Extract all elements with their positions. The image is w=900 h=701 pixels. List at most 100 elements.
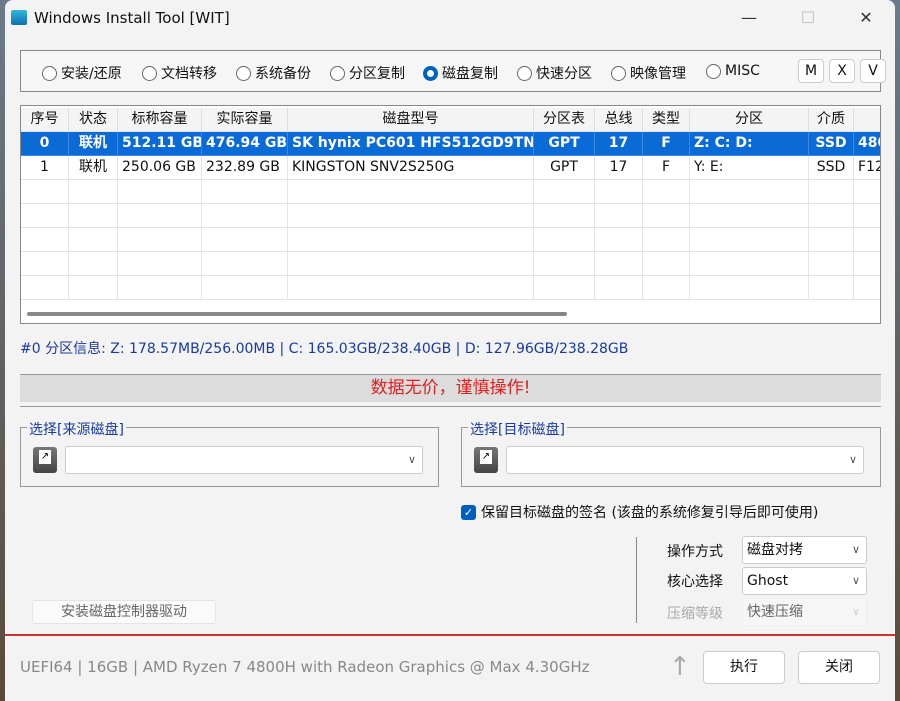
core-select[interactable]: Ghost ∨ [742, 567, 867, 595]
disk-icon [474, 447, 498, 473]
mode-label: 文档转移 [161, 66, 217, 82]
table-cell: SSD [809, 132, 854, 156]
mode-selector: M X V 安装/还原 文档转移 系统备份 分区复制 磁盘复制 快速分区 映像管理 MISC [20, 50, 886, 92]
radio-icon [706, 63, 721, 79]
horizontal-scrollbar[interactable] [27, 312, 567, 316]
target-disk-label: 选择[目标磁盘] [468, 419, 567, 439]
app-icon [11, 10, 27, 25]
maximize-button[interactable]: ☐ [785, 4, 831, 32]
table-cell [643, 180, 690, 204]
column-header[interactable]: 分区 [690, 108, 809, 132]
column-header[interactable]: 序号 [21, 108, 69, 132]
system-status: UEFI64 | 16GB | AMD Ryzen 7 4800H with R… [20, 658, 590, 676]
table-cell: Z: C: D: [690, 132, 809, 156]
table-cell [288, 228, 534, 252]
mode-radio-5[interactable]: 快速分区 [517, 63, 592, 83]
table-cell: F [643, 132, 690, 156]
close-button[interactable]: 关闭 [798, 651, 880, 684]
table-cell [118, 252, 202, 276]
table-header: 序号 状态 标称容量 实际容量 磁盘型号 分区表 总线 类型 分区 介质 [21, 108, 880, 132]
divider [20, 406, 881, 407]
table-row[interactable]: 0 联机 512.11 GB 476.94 GB SK hynix PC601 HFS5… [21, 132, 880, 156]
warning-banner: 数据无价，谨慎操作! [20, 374, 881, 402]
column-header[interactable]: 实际容量 [202, 108, 288, 132]
table-cell [643, 204, 690, 228]
close-window-button[interactable]: ✕ [843, 4, 889, 32]
table-cell [69, 276, 118, 300]
mode-select[interactable]: 磁盘对拷 ∨ [742, 536, 867, 564]
table-cell [202, 276, 288, 300]
table-cell: F [643, 156, 690, 180]
partition-info: #0 分区信息: Z: 178.57MB/256.00MB | C: 165.0… [20, 341, 629, 357]
table-cell [854, 204, 880, 228]
table-cell [118, 204, 202, 228]
chevron-down-icon: ∨ [407, 453, 416, 466]
execute-button[interactable]: 执行 [703, 651, 785, 684]
table-cell [809, 180, 854, 204]
table-cell [288, 180, 534, 204]
column-header[interactable] [854, 108, 880, 132]
table-cell: 0 [21, 132, 69, 156]
table-cell [595, 276, 643, 300]
table-cell: 17 [595, 132, 643, 156]
table-cell [690, 252, 809, 276]
v-button[interactable]: V [860, 59, 886, 83]
chevron-down-icon: ∨ [851, 574, 860, 587]
chevron-down-icon: ∨ [851, 543, 860, 556]
mode-label: MISC [725, 63, 760, 79]
mode-radio-1[interactable]: 文档转移 [142, 63, 217, 83]
empty-row[interactable] [21, 204, 880, 228]
table-row[interactable]: 1 联机 250.06 GB 232.89 GB KINGSTON SNV2S250G G… [21, 156, 880, 180]
checkmark-icon: ✓ [461, 504, 476, 520]
source-disk-select[interactable]: ∨ [65, 446, 423, 474]
radio-icon [517, 65, 532, 81]
install-driver-button[interactable]: 安装磁盘控制器驱动 [32, 600, 216, 624]
table-cell [202, 252, 288, 276]
empty-row[interactable] [21, 252, 880, 276]
column-header[interactable]: 分区表 [534, 108, 595, 132]
table-cell [21, 276, 69, 300]
empty-row[interactable] [21, 180, 880, 204]
column-header[interactable]: 总线 [595, 108, 643, 132]
table-cell: 476.94 GB [202, 132, 288, 156]
column-header[interactable]: 介质 [809, 108, 854, 132]
mode-radio-7[interactable]: MISC [706, 63, 760, 79]
column-header[interactable]: 标称容量 [118, 108, 202, 132]
radio-icon [611, 65, 626, 81]
mode-label: 磁盘复制 [442, 66, 498, 82]
column-header[interactable]: 类型 [643, 108, 690, 132]
empty-row[interactable] [21, 276, 880, 300]
mode-radio-2[interactable]: 系统备份 [236, 63, 311, 83]
mode-label: 快速分区 [536, 66, 592, 82]
compress-label: 压缩等级 [667, 606, 723, 622]
table-cell [595, 252, 643, 276]
table-cell: SK hynix PC601 HFS512GD9TNG [288, 132, 534, 156]
table-cell: GPT [534, 132, 595, 156]
mode-radio-6[interactable]: 映像管理 [611, 63, 686, 83]
mode-radio-3[interactable]: 分区复制 [330, 63, 405, 83]
target-disk-select[interactable]: ∨ [506, 446, 864, 474]
table-cell: 联机 [69, 132, 118, 156]
table-cell [809, 276, 854, 300]
table-cell: GPT [534, 156, 595, 180]
table-cell [21, 252, 69, 276]
mode-radio-0[interactable]: 安装/还原 [42, 63, 122, 83]
compress-select[interactable]: 快速压缩 ∨ [742, 598, 867, 626]
empty-row[interactable] [21, 228, 880, 252]
disk-table: 序号 状态 标称容量 实际容量 磁盘型号 分区表 总线 类型 分区 介质 0 联机 512.11 GB 4… [20, 105, 881, 324]
arrow-up-icon[interactable]: ↑ [669, 652, 691, 682]
table-cell [21, 204, 69, 228]
keep-signature-checkbox[interactable]: ✓ 保留目标磁盘的签名 (该盘的系统修复引导后即可使用) [461, 502, 818, 522]
table-cell [69, 204, 118, 228]
table-cell [854, 252, 880, 276]
mode-radio-4[interactable]: 磁盘复制 [423, 63, 498, 83]
minimize-button[interactable]: — [726, 4, 772, 32]
table-cell [809, 228, 854, 252]
column-header[interactable]: 磁盘型号 [288, 108, 534, 132]
table-cell [69, 180, 118, 204]
table-cell: 232.89 GB [202, 156, 288, 180]
divider [5, 634, 895, 636]
m-button[interactable]: M [798, 59, 824, 83]
column-header[interactable]: 状态 [69, 108, 118, 132]
x-button[interactable]: X [829, 59, 855, 83]
